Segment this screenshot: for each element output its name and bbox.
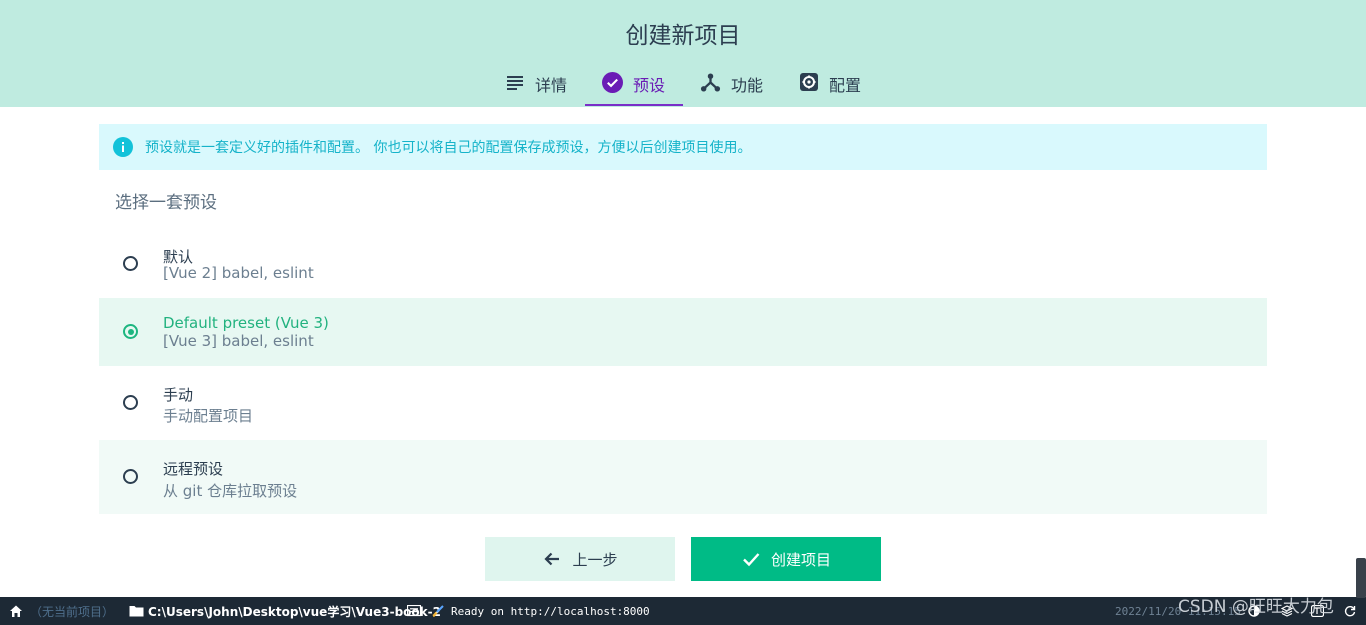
fork-icon [700,73,721,92]
tab-features-label: 功能 [731,76,764,95]
home-icon [10,605,22,617]
tab-config[interactable]: 配置 [799,62,861,107]
list-icon [507,76,523,90]
create-project-button[interactable]: 创建项目 [691,537,881,581]
create-project-label: 创建项目 [770,550,831,569]
radio-button[interactable] [123,395,138,410]
current-project-status[interactable]: （无当前项目） [30,597,114,625]
preset-name: Default preset (Vue 3) [163,314,329,332]
tab-details[interactable]: 详情 [505,62,567,107]
preset-description: 从 git 仓库拉取预设 [163,482,298,500]
refresh-button[interactable] [1344,597,1356,625]
tab-presets[interactable]: 预设 [585,62,683,107]
radio-button[interactable] [123,469,138,484]
arrow-left-icon [544,552,560,566]
preset-option-manual[interactable]: 手动 手动配置项目 [99,366,1267,440]
header: 创建新项目 详情 预设 功能 配置 [0,0,1366,107]
project-path[interactable]: C:\Users\John\Desktop\vue学习\Vue3-book-2 [148,597,441,625]
preset-option-vue3[interactable]: Default preset (Vue 3) [Vue 3] babel, es… [99,298,1267,366]
folder-icon [129,597,144,625]
preset-description: [Vue 3] babel, eslint [163,332,314,350]
info-banner: 预设就是一套定义好的插件和配置。 你也可以将自己的配置保存成预设，方便以后创建项… [99,124,1267,170]
brush-icon [432,597,444,625]
previous-step-label: 上一步 [572,550,618,569]
tab-details-label: 详情 [535,76,568,95]
check-circle-icon [602,72,623,93]
preset-description: [Vue 2] babel, eslint [163,264,314,282]
preset-name: 手动 [163,386,194,404]
info-banner-text: 预设就是一套定义好的插件和配置。 你也可以将自己的配置保存成预设，方便以后创建项… [145,140,752,156]
section-title: 选择一套预设 [115,193,217,213]
info-icon [113,137,133,157]
home-button[interactable] [9,597,23,625]
console-button[interactable] [407,597,421,625]
log-message[interactable]: Ready on http://localhost:8000 [451,597,650,625]
gear-icon [800,73,818,91]
status-bar: （无当前项目） C:\Users\John\Desktop\vue学习\Vue3… [0,597,1366,625]
tab-features[interactable]: 功能 [700,62,763,107]
preset-option-remote[interactable]: 远程预设 从 git 仓库拉取预设 [99,440,1267,514]
refresh-icon [1344,606,1356,617]
console-icon [407,605,421,617]
tab-presets-label: 预设 [633,76,666,95]
check-icon [743,553,760,567]
page-title: 创建新项目 [625,23,741,49]
tab-config-label: 配置 [829,76,862,95]
preset-description: 手动配置项目 [163,407,254,425]
watermark: CSDN @旺旺大力包 [1178,597,1334,617]
side-scroll-handle[interactable] [1356,558,1366,598]
preset-name: 远程预设 [163,460,224,478]
preset-option-default[interactable]: 默认 [Vue 2] babel, eslint [99,228,1267,302]
previous-step-button[interactable]: 上一步 [485,537,675,581]
radio-button-selected[interactable] [123,324,138,339]
tab-bar: 详情 预设 功能 配置 [0,62,1366,107]
radio-button[interactable] [123,256,138,271]
